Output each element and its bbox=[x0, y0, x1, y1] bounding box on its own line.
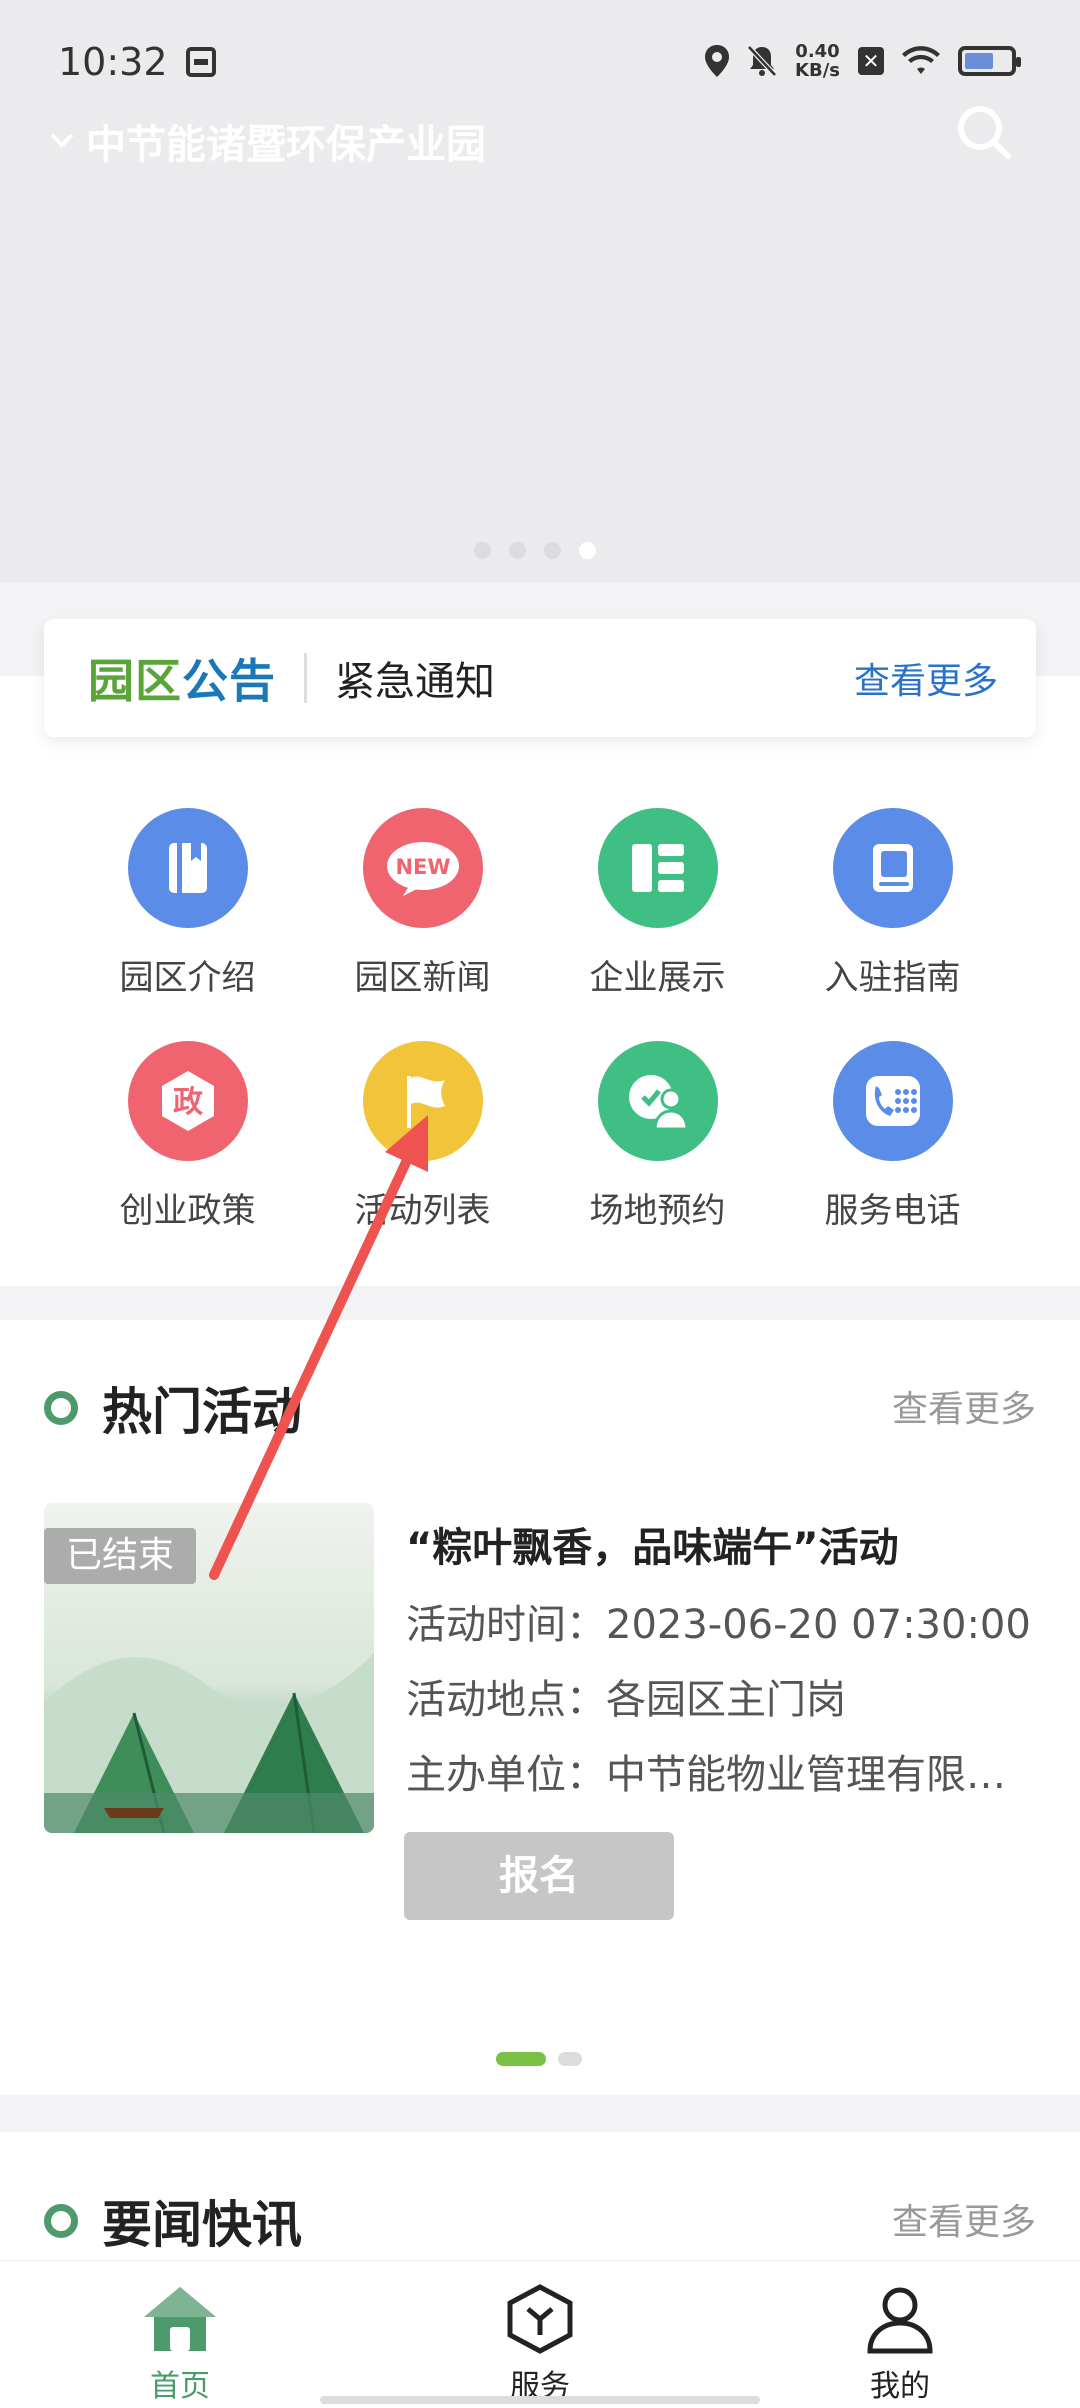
gesture-bar bbox=[320, 2396, 760, 2404]
grid-item-enterprise-showcase[interactable]: 企业展示 bbox=[540, 808, 775, 999]
system-icons: 0.40 KB/s ✕ bbox=[705, 41, 1021, 81]
grid-item-park-intro[interactable]: 园区介绍 bbox=[70, 808, 305, 999]
book-icon bbox=[127, 808, 248, 928]
svg-text:政: 政 bbox=[173, 1085, 203, 1120]
venue-icon bbox=[597, 1041, 718, 1161]
network-speed: 0.40 KB/s bbox=[795, 41, 840, 81]
location-name: 中节能诸暨环保产业园 bbox=[86, 122, 486, 168]
grid-item-activity-list[interactable]: 活动列表 bbox=[305, 1041, 540, 1232]
list-icon bbox=[597, 808, 718, 928]
service-icon bbox=[507, 2284, 573, 2354]
tab-home[interactable]: 首页 bbox=[0, 2261, 360, 2408]
new-badge-icon: NEW bbox=[362, 808, 483, 928]
clock-text: 10:32 bbox=[58, 40, 168, 84]
activity-host: 主办单位：中节能物业管理有限公司 bbox=[406, 1752, 1036, 1798]
divider bbox=[304, 653, 307, 703]
activity-title[interactable]: “粽叶飘香，品味端午”活动 bbox=[406, 1515, 899, 1573]
grid-item-settlement-guide[interactable]: 入驻指南 bbox=[775, 808, 1010, 999]
location-selector[interactable]: 中节能诸暨环保产业园 bbox=[48, 112, 486, 170]
status-bar: 10:32 0.40 KB/s ✕ bbox=[0, 0, 1080, 125]
svg-text:NEW: NEW bbox=[395, 855, 450, 879]
guide-icon bbox=[832, 808, 953, 928]
carousel-indicator bbox=[474, 542, 596, 559]
grid-item-venue-booking[interactable]: 场地预约 bbox=[540, 1041, 775, 1232]
no-sim-icon: ✕ bbox=[858, 47, 884, 75]
section-ring-icon bbox=[44, 2204, 78, 2238]
activity-place: 活动地点：各园区主门岗 bbox=[406, 1677, 846, 1723]
news-more-link[interactable]: 查看更多 bbox=[892, 2193, 1036, 2245]
mute-icon bbox=[747, 45, 777, 77]
location-icon bbox=[705, 45, 730, 77]
signup-button[interactable]: 报名 bbox=[404, 1832, 674, 1920]
notification-icon bbox=[185, 47, 216, 77]
section-ring-icon bbox=[44, 1391, 78, 1425]
phone-icon bbox=[832, 1041, 953, 1161]
feature-grid: 园区介绍 NEW 园区新闻 企业展示 入驻指南 政 创业政策 活动列表 场地预约 bbox=[70, 808, 1010, 1232]
grid-item-service-phone[interactable]: 服务电话 bbox=[775, 1041, 1010, 1232]
grid-item-park-news[interactable]: NEW 园区新闻 bbox=[305, 808, 540, 999]
wifi-icon bbox=[902, 46, 940, 74]
bottom-tab-bar: 首页 服务 我的 bbox=[0, 2260, 1080, 2408]
status-badge: 已结束 bbox=[44, 1528, 196, 1584]
tab-service[interactable]: 服务 bbox=[360, 2261, 720, 2408]
home-icon bbox=[144, 2287, 216, 2351]
hot-activities-more-link[interactable]: 查看更多 bbox=[892, 1380, 1036, 1432]
activity-time: 活动时间：2023-06-20 07:30:00 bbox=[406, 1602, 1031, 1648]
search-icon[interactable] bbox=[952, 100, 1016, 164]
grid-item-startup-policy[interactable]: 政 创业政策 bbox=[70, 1041, 305, 1232]
status-time: 10:32 bbox=[58, 40, 216, 84]
policy-icon: 政 bbox=[127, 1041, 248, 1161]
notice-logo: 园区公告 bbox=[88, 654, 276, 708]
news-header: 要闻快讯 bbox=[44, 2185, 302, 2257]
battery-icon bbox=[958, 46, 1021, 76]
notice-text[interactable]: 紧急通知 bbox=[335, 649, 854, 707]
tab-mine[interactable]: 我的 bbox=[720, 2261, 1080, 2408]
chevron-down-icon bbox=[50, 133, 74, 148]
hot-activities-header: 热门活动 bbox=[44, 1372, 302, 1444]
notice-card[interactable]: 园区公告 紧急通知 查看更多 bbox=[44, 619, 1036, 737]
activity-pager bbox=[496, 2052, 582, 2066]
section-title: 要闻快讯 bbox=[102, 2196, 302, 2254]
notice-more-link[interactable]: 查看更多 bbox=[854, 652, 998, 704]
section-title: 热门活动 bbox=[102, 1383, 302, 1441]
flag-icon bbox=[362, 1041, 483, 1161]
user-icon bbox=[867, 2287, 933, 2354]
